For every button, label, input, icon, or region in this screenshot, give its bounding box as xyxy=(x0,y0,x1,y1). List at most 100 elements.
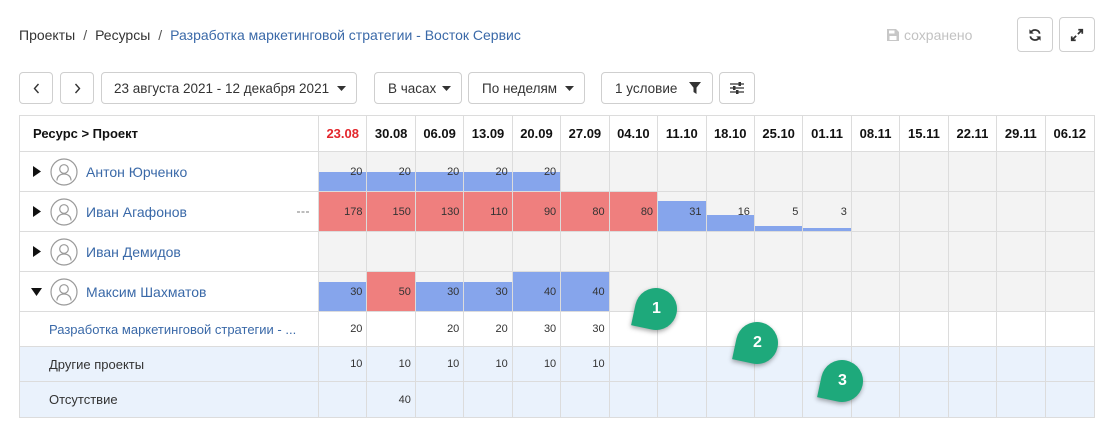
week-hours-cell[interactable] xyxy=(706,382,755,417)
week-hours-cell[interactable]: 20 xyxy=(464,312,513,347)
chevron-left-icon xyxy=(33,83,40,94)
expand-triangle-icon[interactable] xyxy=(31,246,42,257)
week-hours-cell[interactable]: 20 xyxy=(415,312,465,347)
week-hours-cell[interactable] xyxy=(754,382,804,417)
week-load-cell xyxy=(658,152,707,192)
view-settings-button[interactable] xyxy=(719,72,755,104)
sliders-icon xyxy=(730,82,744,94)
hours-value: 150 xyxy=(392,205,411,218)
week-hours-cell[interactable]: 30 xyxy=(512,312,562,347)
week-header: 29.11 xyxy=(997,116,1046,152)
week-hours-cell[interactable] xyxy=(997,347,1046,382)
resource-name-link[interactable]: Иван Демидов xyxy=(86,244,181,260)
resource-row: Максим Шахматов 30 50 30 30 40 40 xyxy=(20,272,1094,312)
week-hours-cell[interactable] xyxy=(803,312,852,347)
breadcrumb-item-current-project[interactable]: Разработка маркетинговой стратегии - Вос… xyxy=(170,27,521,43)
week-hours-cell[interactable] xyxy=(561,382,610,417)
hours-value: 30 xyxy=(350,285,363,298)
filter-button[interactable]: 1 условие xyxy=(601,72,713,104)
units-dropdown[interactable]: В часах xyxy=(374,72,462,104)
week-load-cell: 16 xyxy=(706,192,755,232)
week-hours-cell[interactable]: 10 xyxy=(561,347,610,382)
week-hours-cell[interactable] xyxy=(948,382,998,417)
week-load-cell xyxy=(803,152,852,192)
week-load-cell xyxy=(658,232,707,272)
week-hours-cell[interactable] xyxy=(512,382,562,417)
week-load-cell: 20 xyxy=(415,152,465,192)
breadcrumb-item-projects[interactable]: Проекты xyxy=(19,27,75,43)
resource-name-link[interactable]: Иван Агафонов xyxy=(86,204,187,220)
hours-value: 30 xyxy=(495,285,508,298)
resource-name-link[interactable]: Максим Шахматов xyxy=(86,284,206,300)
breadcrumb-item-resources[interactable]: Ресурсы xyxy=(95,27,150,43)
collapse-triangle-icon[interactable] xyxy=(31,287,42,296)
save-status-label: сохранено xyxy=(904,27,973,43)
next-period-button[interactable] xyxy=(60,72,94,104)
hours-value: 5 xyxy=(792,205,799,218)
week-hours-cell[interactable] xyxy=(367,312,416,347)
date-range-dropdown[interactable]: 23 августа 2021 - 12 декабря 2021 xyxy=(101,72,357,104)
refresh-button[interactable] xyxy=(1017,17,1053,52)
week-hours-cell[interactable] xyxy=(997,382,1046,417)
week-hours-cell[interactable]: 10 xyxy=(367,347,416,382)
week-hours-cell[interactable] xyxy=(319,382,368,417)
week-load-cell xyxy=(900,272,949,312)
week-load-cell xyxy=(997,152,1046,192)
more-horizontal-icon[interactable] xyxy=(297,210,309,213)
hours-value: 20 xyxy=(350,323,363,335)
week-hours-cell[interactable]: 40 xyxy=(367,382,416,417)
units-label: В часах xyxy=(388,80,437,96)
week-load-cell xyxy=(851,152,901,192)
previous-period-button[interactable] xyxy=(19,72,53,104)
week-hours-cell[interactable]: 30 xyxy=(561,312,610,347)
expand-triangle-icon[interactable] xyxy=(31,206,42,217)
week-hours-cell[interactable] xyxy=(997,312,1046,347)
week-load-cell xyxy=(464,232,513,272)
week-load-cell xyxy=(754,152,804,192)
week-hours-cell[interactable]: 10 xyxy=(319,347,368,382)
hours-value: 30 xyxy=(543,323,557,335)
week-load-cell xyxy=(512,232,562,272)
resource-name-link[interactable]: Антон Юрченко xyxy=(86,164,187,180)
week-load-cell xyxy=(948,232,998,272)
week-load-cell xyxy=(997,272,1046,312)
week-header: 06.12 xyxy=(1045,116,1094,152)
period-label: По неделям xyxy=(482,80,558,96)
week-hours-cell[interactable] xyxy=(900,347,949,382)
period-dropdown[interactable]: По неделям xyxy=(468,72,585,104)
week-header: 11.10 xyxy=(658,116,707,152)
week-hours-cell[interactable] xyxy=(658,382,707,417)
week-hours-cell[interactable] xyxy=(948,347,998,382)
week-hours-cell[interactable] xyxy=(658,347,707,382)
week-hours-cell[interactable]: 20 xyxy=(319,312,368,347)
week-hours-cell[interactable] xyxy=(900,312,949,347)
caret-down-icon xyxy=(337,85,346,91)
project-name-link[interactable]: Разработка маркетинговой стратегии - ... xyxy=(49,322,296,337)
user-avatar-icon xyxy=(50,197,78,226)
hours-value: 20 xyxy=(350,165,363,178)
week-load-cell: 150 xyxy=(367,192,416,232)
week-hours-cell[interactable] xyxy=(1045,312,1094,347)
week-hours-cell[interactable] xyxy=(1045,382,1094,417)
resource-row: Иван Агафонов 178 150 130 110 90 80 80 31 16 5 3 xyxy=(20,192,1094,232)
week-load-cell: 40 xyxy=(561,272,610,312)
week-hours-cell[interactable] xyxy=(609,382,659,417)
week-hours-cell[interactable] xyxy=(464,382,513,417)
week-hours-cell[interactable] xyxy=(948,312,998,347)
week-hours-cell[interactable] xyxy=(1045,347,1094,382)
week-hours-cell[interactable] xyxy=(851,312,901,347)
week-hours-cell[interactable] xyxy=(900,382,949,417)
week-load-cell xyxy=(561,152,610,192)
week-load-cell xyxy=(754,272,804,312)
week-hours-cell[interactable]: 10 xyxy=(415,347,465,382)
hours-value: 80 xyxy=(592,205,605,218)
week-hours-cell[interactable] xyxy=(415,382,465,417)
week-hours-cell[interactable] xyxy=(609,347,659,382)
week-load-cell xyxy=(803,272,852,312)
week-hours-cell[interactable]: 10 xyxy=(512,347,562,382)
fullscreen-button[interactable] xyxy=(1059,17,1095,52)
expand-triangle-icon[interactable] xyxy=(31,166,42,177)
week-hours-cell[interactable]: 10 xyxy=(464,347,513,382)
project-row: Разработка маркетинговой стратегии - ...… xyxy=(20,312,1094,347)
week-load-cell xyxy=(900,192,949,232)
